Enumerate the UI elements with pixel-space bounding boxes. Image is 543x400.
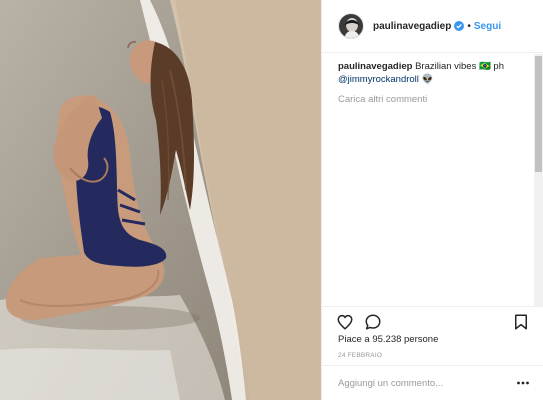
avatar-image (339, 14, 363, 38)
caption-username[interactable]: paulinavegadiep (338, 61, 412, 72)
instagram-post: paulinavegadiep • Segui paulinavegadiep … (0, 0, 543, 400)
add-comment-input[interactable] (338, 377, 516, 389)
header-separator: • (467, 20, 471, 32)
heart-icon[interactable] (336, 313, 354, 331)
comments-section: paulinavegadiep Brazilian vibes 🇧🇷 ph @j… (322, 54, 543, 306)
caption-mention-link[interactable]: @jimmyrockandroll (338, 74, 419, 85)
action-bar (322, 306, 543, 336)
likes-count[interactable]: Piace a 95.238 persone (338, 334, 438, 345)
beach-photo-illustration (0, 0, 321, 400)
post-photo[interactable] (0, 0, 321, 400)
comments-scrollbar[interactable] (534, 54, 543, 306)
add-comment-bar (322, 365, 543, 400)
post-caption: paulinavegadiep Brazilian vibes 🇧🇷 ph @j… (338, 60, 528, 86)
post-header: paulinavegadiep • Segui (322, 0, 543, 53)
ellipsis-icon[interactable] (516, 378, 530, 388)
header-username[interactable]: paulinavegadiep (373, 21, 451, 32)
caption-emoji: 👽 (418, 74, 434, 85)
speech-bubble-icon[interactable] (364, 313, 382, 331)
post-date[interactable]: 24 FEBBRAIO (338, 352, 382, 359)
avatar[interactable] (338, 13, 364, 39)
scrollbar-thumb[interactable] (535, 56, 542, 172)
verified-badge-icon (454, 21, 465, 31)
load-more-comments-button[interactable]: Carica altri commenti (338, 94, 528, 105)
post-side-panel: paulinavegadiep • Segui paulinavegadiep … (321, 0, 543, 400)
caption-text: Brazilian vibes 🇧🇷 ph (412, 61, 505, 72)
bookmark-icon[interactable] (512, 313, 530, 331)
follow-button[interactable]: Segui (474, 21, 501, 32)
